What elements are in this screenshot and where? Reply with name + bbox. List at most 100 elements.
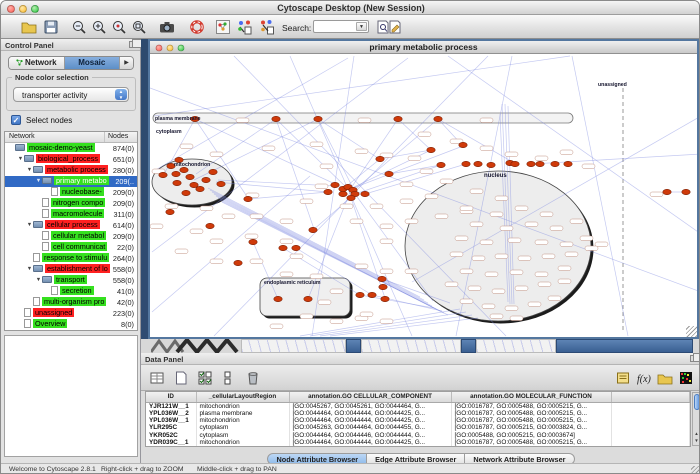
network-node[interactable] [379, 284, 387, 289]
scroll-up-icon[interactable]: ▲ [693, 430, 700, 437]
tree-row[interactable]: macromolecule311(0) [5, 209, 137, 220]
help-button[interactable] [187, 18, 206, 36]
network-node[interactable] [682, 189, 690, 194]
attribute-table-button[interactable] [147, 369, 166, 387]
tree-row[interactable]: ▼primary metabo209(.. [5, 176, 137, 187]
network-node[interactable] [309, 227, 317, 232]
network-node[interactable] [292, 245, 300, 250]
node-color-dropdown[interactable]: transporter activity ▲▼ [13, 87, 129, 102]
table-row[interactable]: YKR052Ccytoplasm[GO:0044464, GO:0044446,… [146, 432, 690, 439]
float-panel-icon[interactable] [690, 355, 698, 362]
scrollbar-thumb[interactable] [694, 394, 700, 410]
network-node[interactable] [206, 223, 214, 228]
tree-expand-icon[interactable]: ▼ [17, 156, 24, 162]
network-node[interactable] [347, 195, 355, 200]
network-node[interactable] [180, 167, 188, 172]
table-column-header[interactable]: annotation.GO CELLULAR_COMPONENT [289, 392, 451, 402]
tree-row[interactable]: nucleobase-209(0) [5, 187, 137, 198]
tree-row[interactable]: cell communicat22(0) [5, 242, 137, 253]
network-node[interactable] [356, 292, 364, 297]
tab-network[interactable]: Network [9, 57, 65, 69]
resize-grip-icon[interactable] [691, 466, 700, 474]
background-window[interactable] [476, 339, 556, 353]
search-input[interactable] [316, 21, 356, 32]
birdseye-view[interactable] [4, 335, 138, 457]
search-options-button[interactable] [373, 18, 392, 36]
tree-row[interactable]: secretion41(0) [5, 286, 137, 297]
chevron-down-icon[interactable]: ▼ [356, 22, 367, 31]
table-column-header[interactable]: _cellularLayoutRegion [196, 392, 289, 402]
tree-expand-icon[interactable]: ▼ [26, 266, 33, 272]
network-node[interactable] [381, 296, 389, 301]
dropdown-stepper-icon[interactable]: ▲▼ [115, 89, 127, 100]
network-node[interactable] [331, 182, 339, 187]
resize-grip-icon[interactable] [686, 326, 697, 337]
tree-row[interactable]: ▼establishment of lo558(0) [5, 264, 137, 275]
network-node[interactable] [361, 191, 369, 196]
tree-row[interactable]: unassigned223(0) [5, 308, 137, 319]
table-row[interactable]: YJR121W__1mitochondrion[GO:0045267, GO:0… [146, 402, 690, 410]
zoom-selected-region-button[interactable] [109, 18, 128, 36]
table-row[interactable]: YDR039C__1mitochondrion[GO:0044464, GO:0… [146, 439, 690, 446]
network-node[interactable] [186, 174, 194, 179]
background-window[interactable] [361, 339, 461, 353]
network-node[interactable] [249, 239, 257, 244]
background-window-titlebar[interactable] [461, 339, 476, 353]
network-node[interactable] [279, 245, 287, 250]
save-session-button[interactable] [41, 18, 60, 36]
network-node[interactable] [564, 161, 572, 166]
tree-row[interactable]: nitrogen compo209(0) [5, 198, 137, 209]
tab-overflow-arrow-icon[interactable]: ▶ [119, 57, 133, 69]
tree-expand-icon[interactable]: ▼ [26, 167, 33, 173]
tree-row[interactable]: ▼cellular process614(0) [5, 220, 137, 231]
network-node[interactable] [434, 116, 442, 121]
network-node[interactable] [368, 292, 376, 297]
network-node[interactable] [173, 180, 181, 185]
unselect-attributes-button[interactable] [219, 369, 238, 387]
open-session-button[interactable] [19, 18, 38, 36]
tree-row[interactable]: Overview8(0) [5, 319, 137, 330]
create-attribute-button[interactable] [171, 369, 190, 387]
tab-mosaic[interactable]: Mosaic [65, 57, 120, 69]
network-node[interactable] [274, 296, 282, 301]
network-node[interactable] [551, 161, 559, 166]
network-node[interactable] [378, 276, 386, 281]
network-window-titlebar[interactable]: primary metabolic process [150, 41, 697, 54]
network-node[interactable] [202, 177, 210, 182]
network-node[interactable] [159, 172, 167, 177]
table-row[interactable]: YLR295Ccytoplasm[GO:0045263, GO:0044464,… [146, 424, 690, 431]
background-window-titlebar[interactable] [346, 339, 361, 353]
heatmap-button[interactable] [676, 369, 695, 387]
network-node[interactable] [324, 189, 332, 194]
network-node[interactable] [209, 169, 217, 174]
network-node[interactable] [166, 209, 174, 214]
search-combo[interactable]: ▼ [313, 20, 369, 33]
table-row[interactable]: YPL036W__2plasma membrane[GO:0044464, GO… [146, 410, 690, 417]
network-node[interactable] [217, 181, 225, 186]
network-node[interactable] [511, 161, 519, 166]
network-node[interactable] [234, 260, 242, 265]
network-node[interactable] [196, 186, 204, 191]
float-panel-icon[interactable] [129, 41, 137, 48]
apply-layout-button[interactable] [235, 18, 254, 36]
formula-builder-button[interactable]: f(x) [634, 369, 653, 387]
network-node[interactable] [474, 161, 482, 166]
table-scrollbar[interactable]: ▲ ▼ [692, 392, 700, 446]
network-tree-header[interactable]: Network Nodes [5, 132, 137, 143]
network-node[interactable] [527, 161, 535, 166]
checkbox-check-icon[interactable]: ✓ [11, 115, 21, 125]
tree-expand-icon[interactable]: ▼ [35, 277, 42, 283]
window-titlebar[interactable]: Cytoscape Desktop (New Session) [1, 1, 700, 15]
tree-row[interactable]: ▼transport558(0) [5, 275, 137, 286]
network-node[interactable] [462, 161, 470, 166]
attribute-table[interactable]: ID_cellularLayoutRegionannotation.GO CEL… [145, 391, 691, 447]
background-window-titlebar[interactable] [556, 339, 693, 353]
delete-attribute-button[interactable] [243, 369, 262, 387]
table-column-header[interactable]: annotation.GO MOLECULAR_FUNCTION [451, 392, 611, 402]
network-node[interactable] [272, 116, 280, 121]
background-window[interactable] [241, 339, 346, 353]
tree-expand-icon[interactable]: ▼ [35, 178, 42, 184]
network-node[interactable] [339, 191, 347, 196]
zoom-out-button[interactable] [69, 18, 88, 36]
network-overview-button[interactable] [213, 18, 232, 36]
